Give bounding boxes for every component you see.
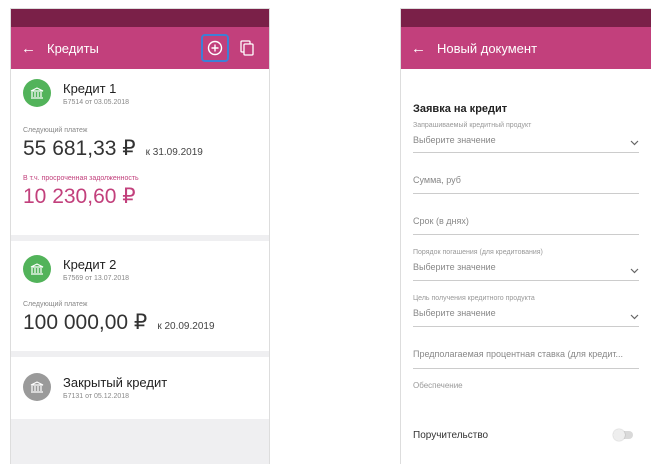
loan-icon	[23, 255, 51, 283]
arrow-left-icon[interactable]: ←	[21, 41, 47, 56]
loan-icon	[23, 79, 51, 107]
interest-rate-input[interactable]: Предполагаемая процентная ставка (для кр…	[413, 327, 639, 369]
add-circle-icon	[207, 40, 223, 56]
documents-button[interactable]	[235, 36, 259, 60]
next-payment-label: Следующий платеж	[23, 127, 88, 134]
document-copy-icon	[240, 40, 254, 56]
loan-card[interactable]: Закрытый кредит Б7131 от 05.12.2018	[11, 357, 269, 419]
field-placeholder: Обеспечение	[413, 381, 463, 390]
loan-number: Б7514 от 03.05.2018	[63, 98, 130, 106]
loan-name: Кредит 1	[63, 80, 117, 96]
field-placeholder: Срок (в днях)	[413, 216, 469, 226]
field-placeholder: Предполагаемая процентная ставка (для кр…	[413, 349, 623, 359]
chevron-down-icon	[630, 268, 639, 274]
loan-purpose-select[interactable]: Цель получения кредитного продукта Выбер…	[413, 281, 639, 327]
next-payment-date: к 20.09.2019	[157, 321, 215, 332]
field-placeholder: Сумма, руб	[413, 175, 461, 185]
loans-screen: ← Кредиты Кредит 1 Б7514 от 03.05.2018 С…	[10, 8, 270, 464]
loan-name: Кредит 2	[63, 256, 117, 272]
toggle-knob	[613, 429, 625, 441]
field-label: Запрашиваемый кредитный продукт	[413, 122, 532, 129]
chevron-down-icon	[630, 140, 639, 146]
field-value: Выберите значение	[413, 135, 496, 145]
app-bar: ← Новый документ	[401, 27, 651, 69]
field-value: Выберите значение	[413, 262, 496, 272]
amount-input[interactable]: Сумма, руб	[413, 153, 639, 194]
term-input[interactable]: Срок (в днях)	[413, 194, 639, 235]
field-label: Цель получения кредитного продукта	[413, 295, 535, 302]
overdue-label: В т.ч. просроченная задолженность	[23, 175, 139, 182]
new-document-screen: ← Новый документ Заявка на кредит Запраш…	[400, 8, 651, 464]
repayment-order-select[interactable]: Порядок погашения (для кредитования) Выб…	[413, 235, 639, 281]
field-label: Порядок погашения (для кредитования)	[413, 249, 543, 256]
arrow-left-icon[interactable]: ←	[411, 41, 437, 56]
status-bar	[11, 9, 269, 27]
loan-icon	[23, 373, 51, 401]
loan-card[interactable]: Кредит 1 Б7514 от 03.05.2018 Следующий п…	[11, 69, 269, 235]
screen-title: Новый документ	[437, 40, 538, 56]
loan-card[interactable]: Кредит 2 Б7569 от 13.07.2018 Следующий п…	[11, 241, 269, 351]
form-title: Заявка на кредит	[413, 103, 508, 115]
field-value: Выберите значение	[413, 308, 496, 318]
loan-name: Закрытый кредит	[63, 374, 168, 390]
app-bar: ← Кредиты	[11, 27, 269, 69]
loans-list: Кредит 1 Б7514 от 03.05.2018 Следующий п…	[11, 69, 269, 464]
loan-application-form: Заявка на кредит Запрашиваемый кредитный…	[401, 69, 651, 445]
loan-number: Б7569 от 13.07.2018	[63, 274, 130, 282]
next-payment-amount: 100 000,00 ₽	[23, 311, 148, 334]
screen-title: Кредиты	[47, 40, 99, 56]
next-payment-label: Следующий платеж	[23, 301, 88, 308]
add-loan-button[interactable]	[201, 34, 229, 62]
guarantee-toggle[interactable]	[613, 429, 633, 441]
chevron-down-icon	[630, 314, 639, 320]
next-payment-amount: 55 681,33 ₽	[23, 137, 136, 160]
collateral-input[interactable]: Обеспечение	[413, 369, 639, 407]
loan-number: Б7131 от 05.12.2018	[63, 392, 130, 400]
guarantee-label: Поручительство	[413, 429, 489, 441]
status-bar	[401, 9, 651, 27]
guarantee-row: Поручительство	[413, 425, 639, 445]
overdue-amount: 10 230,60 ₽	[23, 185, 136, 208]
next-payment-date: к 31.09.2019	[145, 147, 203, 158]
loan-product-select[interactable]: Запрашиваемый кредитный продукт Выберите…	[413, 115, 639, 153]
